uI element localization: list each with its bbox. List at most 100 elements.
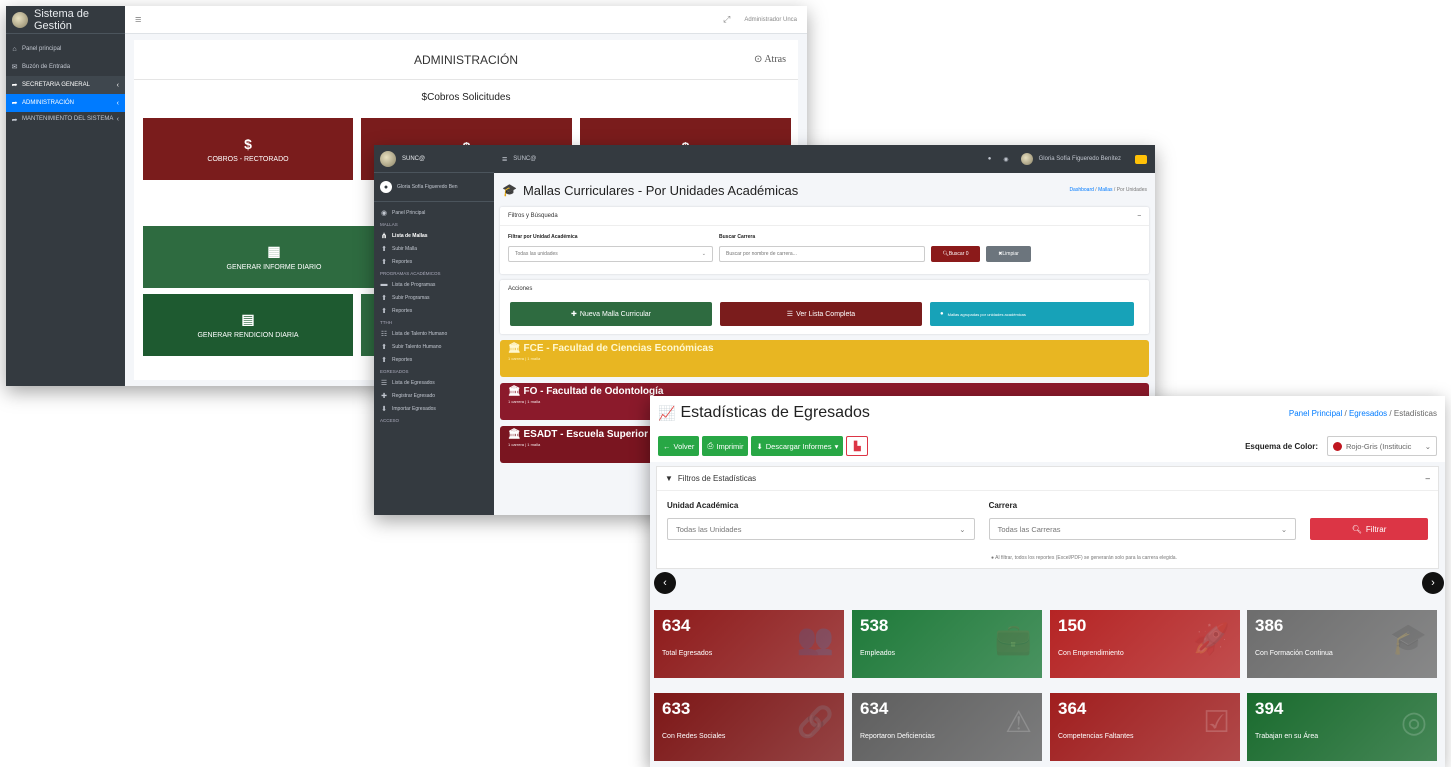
user-menu[interactable]: Administrador Unca (744, 17, 797, 23)
topbar-user[interactable]: Gloria Sofía Figueredo Benítez (1039, 156, 1121, 162)
back-button[interactable]: ⊙ Atras (754, 54, 786, 65)
sidebar-item-2[interactable]: ➦ SECRETARIA GENERAL ‹ (6, 76, 125, 94)
print-button[interactable]: ⎙ Imprimir (702, 436, 749, 456)
stat-card: 633 Con Redes Sociales 🔗 (654, 693, 844, 761)
breadcrumb-mallas[interactable]: Mallas (1098, 187, 1112, 193)
nav-icon: ⬆ (381, 356, 387, 364)
sidebar-item-16[interactable]: ⬇ Importar Egresados (374, 402, 494, 415)
download-label: Descargar Informes (765, 441, 832, 451)
arrow-icon: ⌂ (12, 45, 17, 53)
sidebar-item-0[interactable]: ⌂ Panel principal (6, 40, 125, 58)
sidebar-item-4[interactable]: ⬆ Reportes (374, 255, 494, 268)
sidebar-item-15[interactable]: ✚ Registrar Egresado (374, 389, 494, 402)
download-button[interactable]: ⬇ Descargar Informes ▾ (751, 436, 844, 456)
faculty-card[interactable]: 🏛︎ FCE - Facultad de Ciencias Económicas… (500, 340, 1149, 377)
title-row: 📈 Estadísticas de Egresados Panel Princi… (650, 396, 1445, 430)
print-icon: ⎙ (707, 441, 714, 450)
chat-icon[interactable] (1135, 154, 1147, 164)
tile-generar-informe-diario[interactable]: ▦ GENERAR INFORME DIARIO (143, 226, 405, 288)
sidebar-item-label: Subir Malla (392, 245, 418, 252)
filter-unit-select[interactable]: Todas las unidades ⌄ (508, 246, 713, 262)
stat-icon: 👥 (796, 623, 834, 656)
menu-toggle-icon[interactable]: ≡ (502, 154, 507, 164)
arrow-icon: ➦ (11, 100, 18, 107)
document-icon: ▤ (241, 311, 255, 327)
stat-icon: ☑ (1203, 706, 1230, 739)
page-title: Mallas Curriculares - Por Unidades Acadé… (522, 182, 799, 198)
sidebar-item-label: Panel principal (22, 46, 62, 52)
sidebar-item-label: Subir Programas (392, 294, 430, 301)
career-select[interactable]: Todas las Carreras ⌄ (988, 518, 1297, 540)
tile-generar-rendicion-diaria[interactable]: ▤ GENERAR RENDICION DIARIA (143, 294, 353, 356)
nav-icon: ▬ (380, 281, 388, 288)
sidebar-item-1[interactable]: ✉ Buzón de Entrada (6, 58, 125, 76)
collapse-icon[interactable]: – (1138, 213, 1141, 219)
card-header: ADMINISTRACIÓN ⊙ Atras (134, 40, 798, 80)
filter-unit-label: Filtrar por Unidad Académica (508, 234, 578, 240)
sidebar-item-14[interactable]: ☰ Lista de Egresados (374, 376, 494, 389)
clear-button-label: Limpiar (1002, 251, 1019, 257)
sidebar-item-3[interactable]: ⬆ Subir Malla (374, 242, 494, 255)
sidebar-brand[interactable]: SUNC@ (374, 145, 494, 173)
sidebar-item-2[interactable]: ⋔ Lista de Mallas (374, 229, 494, 242)
search-button[interactable]: 🔍︎ Buscar 0 (931, 246, 980, 262)
sidebar-item-label: Reportes (392, 258, 413, 265)
sidebar-item-10[interactable]: ☷ Lista de Talento Humano (374, 327, 494, 340)
fullscreen-icon[interactable]: ⤢ (723, 14, 730, 25)
back-button[interactable]: ← Volver (658, 436, 700, 456)
schema-select[interactable]: Rojo-Gris (Institucic ⌄ (1327, 436, 1437, 456)
breadcrumb-dashboard[interactable]: Dashboard (1069, 187, 1093, 193)
chevron-left-icon: ‹ (663, 577, 667, 589)
nav-icon: ✚ (381, 392, 387, 400)
settings-icon[interactable]: ● (988, 156, 992, 162)
unit-label: Unidad Académica (667, 501, 739, 510)
user-avatar-icon[interactable] (1020, 153, 1033, 165)
breadcrumb-egresados[interactable]: Egresados (1349, 409, 1387, 418)
actions-header: Acciones (500, 280, 1149, 298)
carousel-prev-button[interactable]: ‹ (654, 572, 676, 594)
menu-toggle-icon[interactable]: ≡ (135, 14, 141, 26)
carousel-next-button[interactable]: › (1422, 572, 1444, 594)
sidebar-user[interactable]: ● Gloria Sofía Figueredo Ben (374, 173, 494, 202)
search-input[interactable] (719, 246, 925, 262)
stat-icon: 🎓 (1389, 623, 1427, 656)
filter-button[interactable]: 🔍︎ Filtrar (1310, 518, 1428, 540)
tile-label: GENERAR RENDICION DIARIA (197, 332, 299, 339)
sidebar-item-12[interactable]: ⬆ Reportes (374, 353, 494, 366)
filters-title: Filtros de Estadísticas (677, 474, 757, 483)
sidebar-item-6[interactable]: ▬ Lista de Programas (374, 278, 494, 291)
sidebar-item-label: Lista de Mallas (392, 232, 428, 239)
chevron-down-icon: ⌄ (959, 524, 966, 534)
career-value: Todas las Carreras (997, 524, 1061, 534)
print-label: Imprimir (716, 441, 744, 451)
sidebar-item-label: Subir Talento Humano (392, 343, 442, 350)
sidebar-item-4[interactable]: ➦ MANTENIMIENTO DEL SISTEMA ‹ (6, 112, 125, 138)
sidebar-item-label: ADMINISTRACIÓN (22, 100, 75, 106)
topbar: ≡ ⤢ Administrador Unca (125, 6, 807, 34)
collapse-icon[interactable]: – (1426, 474, 1430, 483)
breadcrumb-panel[interactable]: Panel Principal (1289, 409, 1342, 418)
page-title: ADMINISTRACIÓN (413, 52, 518, 67)
sidebar-item-11[interactable]: ⬆ Subir Talento Humano (374, 340, 494, 353)
sidebar-item-0[interactable]: ◉ Panel Principal (374, 206, 494, 219)
new-malla-button[interactable]: ✚ Nueva Malla Curricular (510, 302, 712, 326)
unit-select[interactable]: Todas las Unidades ⌄ (667, 518, 975, 540)
sidebar-item-3[interactable]: ➦ ADMINISTRACIÓN ‹ (6, 94, 125, 112)
sidebar-item-8[interactable]: ⬆ Reportes (374, 304, 494, 317)
faculty-name-text: FCE - Facultad de Ciencias Económicas (523, 343, 714, 354)
notification-icon[interactable]: ◉ (1003, 156, 1008, 163)
tile-label: COBROS - RECTORADO (207, 155, 289, 163)
filters-header: Filtros y Búsqueda – (500, 207, 1149, 226)
clear-button[interactable]: ✖ Limpiar (986, 246, 1031, 262)
sidebar-item-7[interactable]: ⬆ Subir Programas (374, 291, 494, 304)
sidebar-item-label: Lista de Programas (392, 281, 436, 288)
window-estadisticas: 📈 Estadísticas de Egresados Panel Princi… (650, 396, 1445, 767)
sidebar-brand[interactable]: Sistema de Gestión (6, 6, 125, 34)
topbar-app-label[interactable]: SUNC@ (513, 156, 536, 162)
view-list-button[interactable]: ☰ Ver Lista Completa (720, 302, 922, 326)
tile-cobros-rectorado[interactable]: $ COBROS - RECTORADO (143, 118, 353, 180)
plus-icon: ✚ (570, 311, 577, 318)
filter-unit-value: Todas las unidades (515, 251, 558, 257)
nav-icon: ⬆ (381, 258, 387, 266)
pdf-button[interactable]: ▙ (846, 436, 869, 456)
